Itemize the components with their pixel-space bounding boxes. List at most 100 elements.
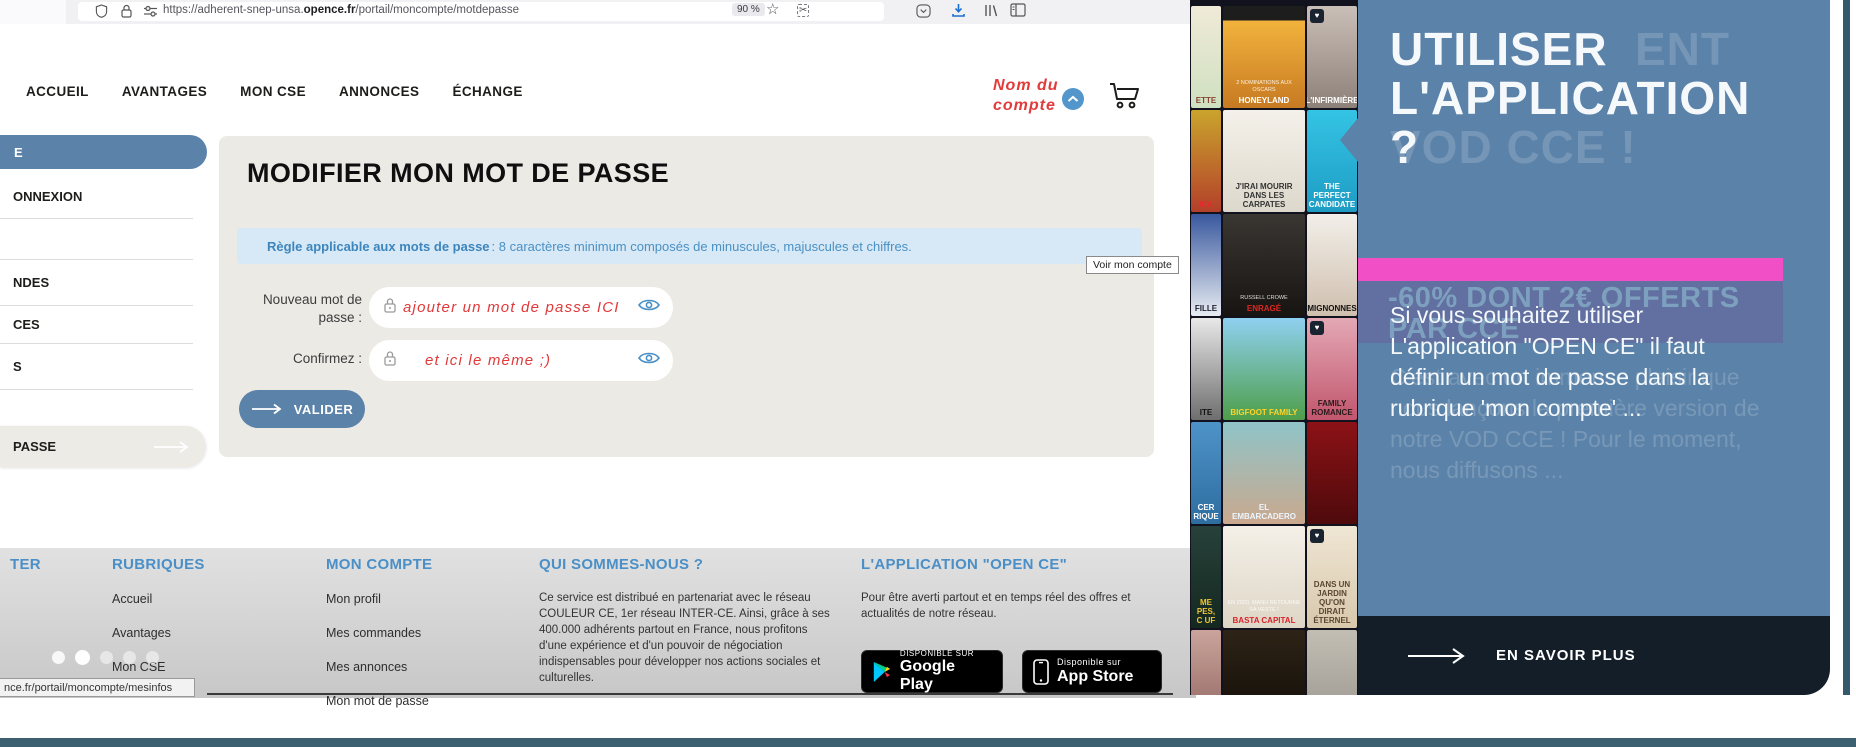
footer-link-avantages[interactable]: Avantages (112, 626, 171, 640)
library-icon[interactable] (983, 3, 999, 23)
carousel-dot-2[interactable] (75, 650, 90, 665)
nav-item-accueil[interactable]: ACCUEIL (26, 84, 89, 99)
show-password-icon[interactable] (637, 297, 661, 318)
poster-j-irai-mourir-dans-les-carpates[interactable]: J'irai mourir dans les CarpAtes (1223, 110, 1305, 212)
poster-mignonnes[interactable]: MIGNONNES (1307, 214, 1357, 316)
sidebar-item-1[interactable] (0, 219, 193, 260)
google-play-badge[interactable]: DISPONIBLE SUR Google Play (861, 649, 1003, 693)
bookmark-star-icon[interactable]: ☆ (766, 2, 779, 17)
sidebar-item-onnexion[interactable]: ONNEXION (0, 175, 193, 219)
sidebar-item-password[interactable]: PASSE (0, 426, 206, 467)
poster-item[interactable] (1307, 422, 1357, 524)
shield-icon[interactable] (95, 4, 108, 23)
sidebar-active-item[interactable]: E (0, 135, 207, 169)
arrow-right-icon (251, 403, 282, 415)
poster-title: MIGNONNES (1307, 304, 1357, 313)
ghost-body-line: nous diffusons ... (1390, 457, 1564, 483)
bottom-bar (0, 738, 1856, 747)
pink-highlight-bar (1358, 258, 1783, 281)
vod-poster-strip: ette 2 NOMINATIONS AUX OSCARS HONEYLAND ♥ L'… (1190, 0, 1358, 695)
nav-item-avantages[interactable]: AVANTAGES (122, 84, 207, 99)
chevron-up-icon[interactable] (1062, 88, 1084, 110)
sidebar-item-ces[interactable]: CES (0, 306, 193, 344)
new-password-field[interactable]: ajouter un mot de passe ICI (369, 287, 673, 328)
main-nav: ACCUEIL AVANTAGES MON CSE ANNONCES ÉCHANGE (26, 84, 523, 99)
footer-link-accueil[interactable]: Accueil (112, 592, 171, 606)
ghost-body-line: notre VOD CCE ! Pour le moment, (1390, 426, 1742, 452)
favorite-heart-icon: ♥ (1310, 9, 1324, 23)
poster-l-infirmi-re[interactable]: ♥ L'INFIRMIÈRE (1307, 6, 1357, 108)
nav-item-change[interactable]: ÉCHANGE (452, 84, 522, 99)
sidebar-item-s[interactable]: S (0, 344, 193, 390)
sidebar-toggle-icon[interactable] (1010, 3, 1026, 22)
footer-link-mes-commandes[interactable]: Mes commandes (326, 626, 429, 640)
sidebar-active-label: E (14, 144, 23, 160)
footer-link-mon-profil[interactable]: Mon profil (326, 592, 429, 606)
carousel-prev-arrow[interactable] (1340, 118, 1358, 162)
lock-icon[interactable] (121, 4, 132, 23)
carousel-dot-5[interactable] (146, 651, 159, 664)
poster-cer-rique[interactable]: CER RIQUE (1191, 422, 1221, 524)
zoom-level-indicator[interactable]: 90 % (732, 3, 765, 16)
poster-ica[interactable]: ICA (1191, 110, 1221, 212)
account-name[interactable]: Nom du compte (993, 76, 1059, 116)
poster-dans-un-jardin-qu-on-dirait-ternel[interactable]: ♥ DANS UN JARDIN QU'ON DIRAIT ÉTERNEL (1307, 526, 1357, 628)
carousel-dot-3[interactable] (100, 651, 113, 664)
poster-title: EL EMBARCADERO (1232, 503, 1296, 521)
poster-honeyland[interactable]: 2 NOMINATIONS AUX OSCARS HONEYLAND (1223, 6, 1305, 108)
lock-icon (383, 297, 397, 319)
cart-icon[interactable] (1106, 80, 1144, 117)
poster-title: J'irai mourir dans les CarpAtes (1235, 182, 1293, 209)
footer-link-mes-annonces[interactable]: Mes annonces (326, 660, 429, 674)
poster-ette[interactable]: ette (1191, 6, 1221, 108)
confirm-password-label: Confirmez : (292, 351, 362, 366)
show-password-icon[interactable] (637, 350, 661, 371)
poster-basta-capital[interactable]: EN 2020, MANU RETOURNE SA VESTE ! BASTA C… (1223, 526, 1305, 628)
url-text[interactable]: https://adherent-snep-unsa.opence.fr/por… (163, 4, 519, 16)
poster-me-pes-c-uf[interactable]: ME PES, C UF (1191, 526, 1221, 628)
promo-headline: UTILISER L'APPLICATION? (1390, 22, 1751, 173)
pocket-icon[interactable] (916, 4, 931, 23)
confirm-password-annotation: et ici le même ;) (425, 352, 552, 369)
footer-moncompte-list: Mon profil Mes commandes Mes annonces Mon m… (326, 592, 429, 728)
footer-link-mon-mot-de-passe[interactable]: Mon mot de passe (326, 694, 429, 708)
poster-fille[interactable]: Fille (1191, 214, 1221, 316)
arrow-right-icon (154, 440, 189, 453)
poster-ip-man-4[interactable]: IP MAN 4 (1223, 630, 1305, 695)
promo-body-line: définir un mot de passe dans la (1390, 364, 1710, 390)
footer-app-text: Pour être averti partout et en temps rée… (861, 592, 1131, 620)
poster-title: CER RIQUE (1193, 503, 1219, 521)
poster-bigfoot-family[interactable]: BIGFOOT FAMILY (1223, 318, 1305, 420)
carousel-dot-4[interactable] (123, 651, 136, 664)
nav-item-mon-cse[interactable]: MON CSE (240, 84, 306, 99)
screenshot-icon[interactable]: ✂ (797, 4, 810, 17)
sidebar-item-ndes[interactable]: NDES (0, 260, 193, 306)
arrow-right-icon (1408, 647, 1465, 664)
favorite-heart-icon: ♥ (1310, 529, 1324, 543)
poster-grid: ette 2 NOMINATIONS AUX OSCARS HONEYLAND ♥ L'… (1191, 6, 1357, 695)
google-play-icon (873, 661, 891, 682)
carousel-dot-1[interactable] (52, 651, 65, 664)
confirm-password-field[interactable]: et ici le même ;) (369, 340, 673, 381)
poster-e-femme[interactable]: E FEMME (1191, 630, 1221, 695)
poster-enrag[interactable]: RUSSELL CROWE ENRAGÉ (1223, 214, 1305, 316)
headline-line: L'APPLICATION (1390, 72, 1751, 124)
nav-item-annonces[interactable]: ANNONCES (339, 84, 419, 99)
browser-toolbar: https://adherent-snep-unsa.opence.fr/por… (0, 0, 1196, 25)
favorite-heart-icon: ♥ (1310, 321, 1324, 335)
en-savoir-plus-button[interactable]: EN SAVOIR PLUS (1358, 616, 1830, 695)
submit-button[interactable]: VALIDER (239, 390, 365, 428)
app-store-badge[interactable]: Disponible sur App Store (1022, 650, 1162, 693)
poster-el-embarcadero[interactable]: EL EMBARCADERO (1223, 422, 1305, 524)
footer-col-contact-header: TER (10, 556, 41, 573)
poster-title: ENRAGÉ (1246, 304, 1282, 313)
poster-madre[interactable]: madre (1307, 630, 1357, 695)
poster-ite[interactable]: ITE (1191, 318, 1221, 420)
poster-title: ME PES, C UF (1196, 598, 1216, 625)
download-icon[interactable] (951, 3, 966, 23)
poster-family-romance[interactable]: ♥ FAMILY ROMANCE (1307, 318, 1357, 420)
phone-icon (1033, 658, 1049, 685)
permissions-icon[interactable] (143, 4, 158, 23)
status-bar-link: nce.fr/portail/moncompte/mesinfos (0, 678, 195, 697)
footer-col-rubriques-header: RUBRIQUES (112, 556, 205, 573)
